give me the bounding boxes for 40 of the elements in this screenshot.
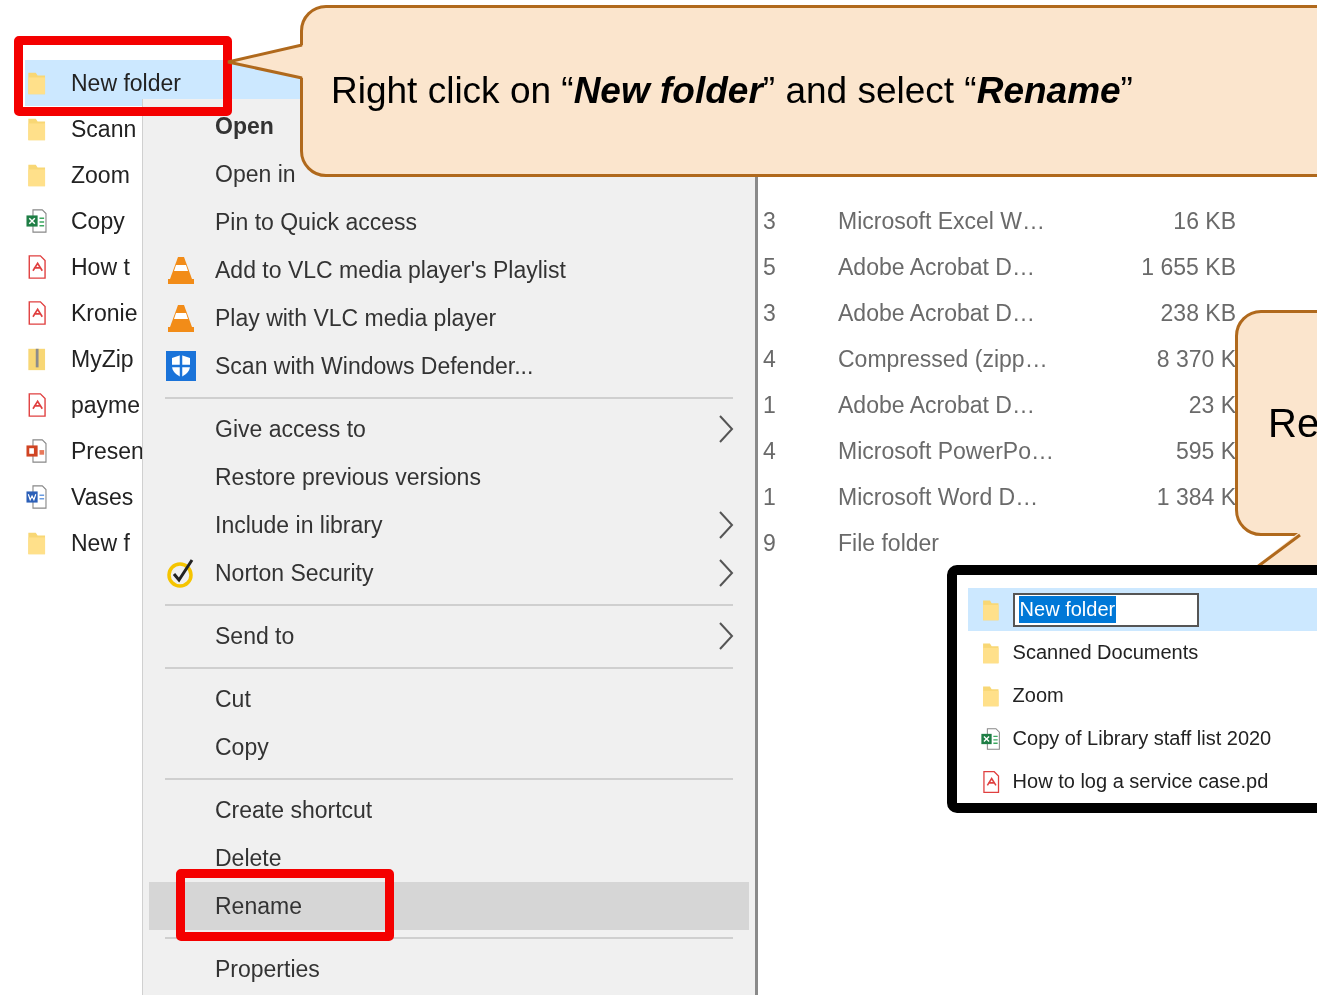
file-name: Zoom [71,161,130,189]
file-name: New f [71,529,130,557]
modified-date: 5 [763,253,776,281]
callout-text: Right click on “New folder” and select “Rename” [331,70,1133,112]
file-name: Copy of Library staff list 2020 [1012,727,1272,750]
file-name: Kronie [71,299,138,327]
file-type: File folder [838,529,939,557]
file-name: Scann [71,115,137,143]
file-type: Compressed (zipp… [838,345,1048,373]
file-name: payme [71,391,141,419]
file-name: Presen [71,437,144,465]
modified-date: 9 [763,529,776,557]
file-type: Adobe Acrobat D… [838,253,1035,281]
file-size: 16 KB [1173,207,1236,235]
file-name: Scanned Documents [1012,641,1199,664]
file-name: New folder [71,69,181,97]
file-type: Microsoft Excel W… [838,207,1046,235]
file-type: Adobe Acrobat D… [838,299,1035,327]
file-name: How t [71,253,130,281]
modified-date: 4 [763,437,776,465]
modified-date: 4 [763,345,776,373]
file-type: Microsoft PowerPo… [838,437,1054,465]
modified-date: 3 [763,299,776,327]
file-name: Copy [71,207,125,235]
file-size: 1 384 K [1156,483,1236,511]
modified-date: 1 [763,391,776,419]
file-name: Zoom [1012,684,1064,707]
file-name: Vases [71,483,134,511]
file-name: How to log a service case.pd [1012,770,1269,793]
file-size: 23 K [1188,391,1236,419]
modified-date: 1 [763,483,776,511]
file-size: 595 K [1175,437,1236,465]
file-type: Adobe Acrobat D… [838,391,1035,419]
file-name: MyZip [71,345,134,373]
file-size: 238 KB [1160,299,1236,327]
file-size: 1 655 KB [1141,253,1236,281]
file-type: Microsoft Word D… [838,483,1039,511]
file-size: 8 370 K [1156,345,1236,373]
callout-text: Re [1268,400,1317,446]
modified-date: 3 [763,207,776,235]
